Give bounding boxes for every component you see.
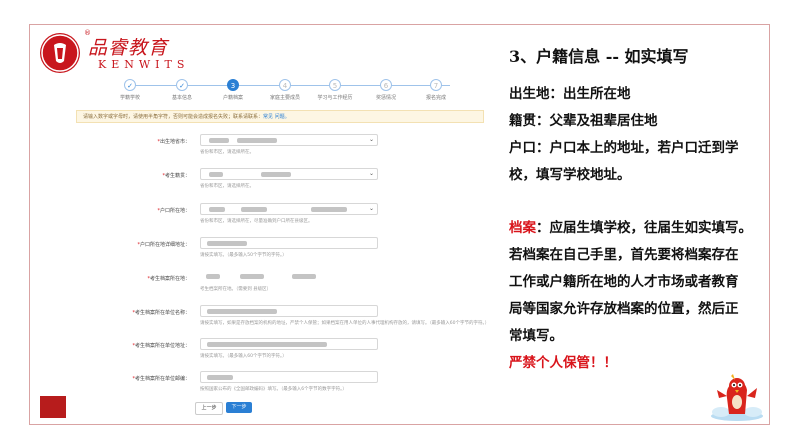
birthplace-select[interactable]: ⌄ [200, 134, 378, 146]
field-hint: 考生档案所在地。（需要到 县级区） [200, 287, 272, 292]
step-label: 户籍档案 [222, 95, 243, 101]
hukou-text-line2: 校，填写学校地址。 [509, 167, 631, 183]
step-3[interactable]: 3 户籍档案 [203, 77, 263, 101]
field-label: *考生档案所在单位地址： [132, 343, 190, 349]
step-number: 7 [430, 79, 442, 91]
form-row-archive-unit-name: *考生档案所在单位名称： 请按实填写，如果是存放档案的机构的地址，严禁个人保管；… [90, 305, 489, 327]
form-row-hukou-address: *户口所在地详细地址： 请按实填写。（最多输入50个字节的字符。） [90, 237, 390, 259]
step-check-icon: ✓ [176, 79, 188, 91]
logo-emblem-icon [40, 33, 80, 73]
field-hint: 省份和市区，请选择所在。 [200, 150, 254, 155]
logo-chinese-text: 品睿教育 [88, 37, 169, 59]
form-row-birthplace: *出生地省市： ⌄ 省份和市区，请选择所在。 [90, 134, 390, 156]
chevron-down-icon: ⌄ [368, 170, 374, 177]
step-number: 5 [329, 79, 341, 91]
form-row-archive-unit-address: *考生档案所在单位地址： 请按实填写。（最多输入60个字节的字符。） [90, 338, 390, 360]
birthplace-text: 出生地：出生所在地 [509, 86, 631, 102]
step-check-icon: ✓ [124, 79, 136, 91]
hukou-text-line1: 户口：户口本上的地址，若户口迁到学 [509, 140, 739, 156]
mascot-icon [707, 372, 767, 422]
step-7[interactable]: 7 报名完成 [406, 77, 466, 101]
form-row-archive-postcode: *考生档案所在单位邮编： 按照国家公布的《全国邮政编码》填写。（最多输入6个字节… [90, 371, 390, 393]
field-label: *户口所在地： [157, 208, 190, 214]
step-number: 3 [227, 79, 239, 91]
field-hint: 请按实填写，如果是存放档案的机构的地址，严禁个人保管；如果档案在用人单位的人事代… [200, 321, 490, 326]
chevron-down-icon: ⌄ [368, 136, 374, 143]
field-label: *户口所在地详细地址： [137, 242, 190, 248]
field-hint: 请按实填写。（最多输入60个字节的字符。） [200, 354, 287, 359]
step-1[interactable]: ✓ 学籍学校 [100, 77, 160, 101]
field-hint: 请按实填写。（最多输入50个字节的字符。） [200, 253, 287, 258]
archive-location-select[interactable] [200, 271, 378, 283]
archive-postcode-input[interactable] [200, 371, 378, 383]
form-row-native-place: *考生籍贯： ⌄ 省份和市区，请选择所在。 [90, 168, 390, 190]
step-label: 学籍学校 [119, 95, 140, 101]
field-label: *考生档案所在单位名称： [132, 310, 190, 316]
field-hint: 省份和市区，请选择所在，尽量准确到户口所在县级区。 [200, 219, 313, 224]
registration-stepper: ✓ 学籍学校 ✓ 基本信息 3 户籍档案 4 家庭主要成员 5 学习与工作经历 … [100, 77, 480, 101]
field-label: *出生地省市： [157, 139, 190, 145]
archive-text-line1: 档案：应届生填学校，往届生如实填写。 [509, 220, 752, 236]
step-number: 4 [279, 79, 291, 91]
step-label: 报名完成 [425, 95, 446, 101]
kenwits-logo: ® 品睿教育 KENWITS [40, 29, 190, 77]
native-place-text: 籍贯：父辈及祖辈居住地 [509, 113, 658, 129]
form-row-archive-location: *考生档案所在地： 考生档案所在地。（需要到 县级区） [90, 271, 390, 293]
field-hint: 省份和市区，请选择所在。 [200, 184, 254, 189]
archive-unit-name-input[interactable] [200, 305, 378, 317]
notice-link[interactable]: 常见 问题。 [263, 114, 290, 120]
archive-text-line4: 局等国家允许存放档案的位置，然后正 [509, 301, 739, 317]
step-number: 6 [380, 79, 392, 91]
section-title: 3、户籍信息 -- 如实填写 [509, 47, 689, 66]
logo-english-text: KENWITS [98, 58, 190, 71]
hukou-address-input[interactable] [200, 237, 378, 249]
archive-unit-address-input[interactable] [200, 338, 378, 350]
form-row-hukou: *户口所在地： ⌄ 省份和市区，请选择所在，尽量准确到户口所在县级区。 [90, 203, 390, 225]
decorative-red-square [40, 396, 66, 418]
prev-step-button[interactable]: 上一步 [195, 402, 223, 415]
archive-text-line3: 工作或户籍所在地的人才市场或者教育 [509, 274, 739, 290]
native-place-select[interactable]: ⌄ [200, 168, 378, 180]
field-hint: 按照国家公布的《全国邮政编码》填写。（最多输入6个字节的数字字符。） [200, 387, 347, 392]
field-label: *考生籍贯： [162, 173, 190, 179]
hukou-select[interactable]: ⌄ [200, 203, 378, 215]
input-notice-banner: 请输入数字或字母时，请使用半角字符，否则可能会造成报名失败；联系请联系：常见 问… [76, 110, 484, 123]
next-step-button[interactable]: 下一步 [226, 402, 252, 413]
field-label: *考生档案所在地： [147, 276, 190, 282]
warning-text: 严禁个人保管！！ [509, 355, 617, 371]
archive-text-line2: 若档案在自己手里，首先要将档案存在 [509, 247, 739, 263]
notice-text: 请输入数字或字母时，请使用半角字符，否则可能会造成报名失败；联系请联系： [83, 114, 264, 120]
chevron-down-icon: ⌄ [368, 205, 374, 212]
field-label: *考生档案所在单位邮编： [132, 376, 190, 382]
archive-label: 档案 [509, 220, 536, 236]
archive-text-line5: 常填写。 [509, 328, 563, 344]
